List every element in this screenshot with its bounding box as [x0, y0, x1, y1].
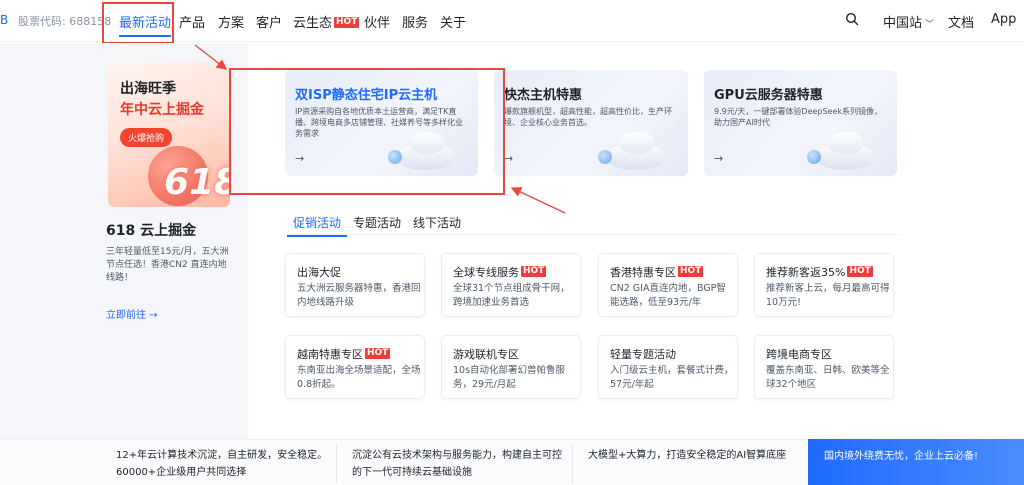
arrow-right-icon[interactable]: →	[714, 152, 723, 165]
promo-banner-card[interactable]: 出海旺季 年中云上掘金 火爆抢购 618	[108, 62, 230, 207]
activity-card-desc: 五大洲云服务器特惠，香港回内地线路升级	[297, 283, 421, 308]
tab-promotions[interactable]: 促销活动	[286, 214, 348, 237]
hot-badge: HOT	[847, 266, 873, 277]
activity-card-title: 游戏联机专区	[453, 348, 519, 361]
bottom-feature-text: 60000+企业级用户共同选择	[116, 467, 247, 478]
nav-item-partners[interactable]: 伙伴	[364, 12, 390, 31]
bottom-divider	[572, 444, 573, 482]
chevron-down-icon: ﹀	[925, 20, 935, 30]
activity-card-title: 出海大促	[297, 266, 341, 279]
feature-title: 快杰主机特惠	[504, 88, 583, 103]
bottom-feature-text: 12+年云计算技术沉淀，自主研发，安全稳定。	[116, 450, 328, 461]
nav-item-cloud-ecosystem[interactable]: 云生态 HOT	[293, 12, 360, 31]
activity-card-desc: 推荐新客上云，每月最高可得10万元!	[766, 283, 890, 308]
tab-offline-events[interactable]: 线下活动	[413, 214, 461, 231]
activity-card-desc: CN2 GIA直连内地，BGP智能选路，低至93元/年	[610, 283, 726, 308]
promo-go-now-link[interactable]: 立即前往 →	[106, 306, 158, 321]
tab-divider	[284, 234, 900, 235]
hot-badge: HOT	[521, 266, 547, 277]
bottom-feature-3: 大模型+大算力，打造安全稳定的AI智算底座	[588, 447, 786, 464]
feature-illustration	[807, 124, 877, 170]
activity-card-title: 推荐新客返35% HOT	[766, 266, 873, 279]
search-icon[interactable]	[845, 12, 859, 26]
activity-card-title: 轻量专题活动	[610, 348, 676, 361]
activity-card-desc: 10s自动化部署幻兽帕鲁服务，29元/月起	[453, 365, 566, 390]
activity-card[interactable]: 游戏联机专区 10s自动化部署幻兽帕鲁服务，29元/月起	[441, 335, 581, 399]
bottom-feature-2: 沉淀公有云技术架构与服务能力，构建自主可控 的下一代可持续云基础设施	[352, 447, 562, 481]
stock-code: 股票代码: 688158	[18, 15, 112, 28]
nav-item-solutions[interactable]: 方案	[218, 12, 244, 31]
activity-card[interactable]: 全球专线服务 HOT 全球31个节点组成骨干网，跨境加速业务首选	[441, 253, 581, 317]
docs-link[interactable]: 文档	[948, 12, 974, 31]
region-label: 中国站	[883, 16, 923, 31]
feature-title: GPU云服务器特惠	[714, 88, 823, 103]
annotation-arrow	[510, 187, 566, 214]
activity-card[interactable]: 轻量专题活动 入门级云主机，套餐式计费，57元/年起	[598, 335, 738, 399]
annotation-highlight-feature	[229, 68, 505, 195]
bottom-feature-text: 的下一代可持续云基础设施	[352, 467, 472, 478]
activity-card[interactable]: 出海大促 五大洲云服务器特惠，香港回内地线路升级	[285, 253, 425, 317]
promo-title-line1: 出海旺季	[120, 81, 176, 97]
nav-item-services[interactable]: 服务	[402, 12, 428, 31]
bottom-divider	[336, 444, 337, 482]
region-selector[interactable]: 中国站 ﹀	[883, 12, 934, 31]
feature-illustration	[598, 124, 668, 170]
activity-card-desc: 入门级云主机，套餐式计费，57元/年起	[610, 365, 734, 390]
brand-logo-edge[interactable]: B	[0, 13, 8, 27]
app-link[interactable]: App	[991, 12, 1016, 27]
hot-badge: HOT	[678, 266, 704, 277]
activity-card-desc: 东南亚出海全场景适配，全场0.8折起。	[297, 365, 421, 390]
promo-description: 三年轻量低至15元/月，五大洲节点任选！香港CN2 直连内地线路！	[106, 247, 229, 283]
activity-card-desc: 覆盖东南亚、日韩、欧美等全球32个地区	[766, 365, 890, 390]
activity-card[interactable]: 越南特惠专区 HOT 东南亚出海全场景适配，全场0.8折起。	[285, 335, 425, 399]
activity-card[interactable]: 香港特惠专区 HOT CN2 GIA直连内地，BGP智能选路，低至93元/年	[598, 253, 738, 317]
activity-card[interactable]: 跨境电商专区 覆盖东南亚、日韩、欧美等全球32个地区	[754, 335, 894, 399]
nav-item-customers[interactable]: 客户	[256, 12, 282, 31]
activity-card-title: 香港特惠专区 HOT	[610, 266, 704, 279]
promo-big-number: 618	[164, 162, 230, 203]
hot-badge: HOT	[334, 17, 360, 28]
activity-card-desc: 全球31个节点组成骨干网，跨境加速业务首选	[453, 283, 570, 308]
feature-card-kuaijie-host[interactable]: 快杰主机特惠 爆款旗舰机型，超高性能，超高性价比，生产环境、企业核心业务首选。 …	[494, 70, 688, 176]
arrow-right-icon[interactable]: →	[504, 152, 513, 165]
tab-special-topics[interactable]: 专题活动	[353, 214, 401, 231]
promo-hot-sale-pill[interactable]: 火爆抢购	[120, 128, 173, 147]
activity-card-title: 跨境电商专区	[766, 348, 832, 361]
activity-card-title: 全球专线服务 HOT	[453, 266, 547, 279]
bottom-banner-text: 国内境外绕费无忧，企业上云必备!	[824, 451, 979, 462]
activity-card[interactable]: 推荐新客返35% HOT 推荐新客上云，每月最高可得10万元!	[754, 253, 894, 317]
activity-card-title: 越南特惠专区 HOT	[297, 348, 391, 361]
bottom-feature-text: 沉淀公有云技术架构与服务能力，构建自主可控	[352, 450, 562, 461]
nav-item-label: 云生态	[293, 16, 333, 31]
bottom-feature-text: 大模型+大算力，打造安全稳定的AI智算底座	[588, 450, 787, 461]
bottom-blue-banner[interactable]	[808, 439, 1024, 485]
promo-heading: 618 云上掘金	[106, 223, 197, 239]
nav-item-about[interactable]: 关于	[440, 12, 466, 31]
promo-title-line2: 年中云上掘金	[120, 102, 204, 118]
feature-card-gpu-server[interactable]: GPU云服务器特惠 9.9元/天，一键部署体验DeepSeek系列镜像，助力国产…	[704, 70, 897, 176]
bottom-feature-1: 12+年云计算技术沉淀，自主研发，安全稳定。 60000+企业级用户共同选择	[116, 447, 327, 481]
nav-item-products[interactable]: 产品	[179, 12, 205, 31]
annotation-highlight-nav	[102, 2, 174, 44]
hot-badge: HOT	[365, 348, 391, 359]
